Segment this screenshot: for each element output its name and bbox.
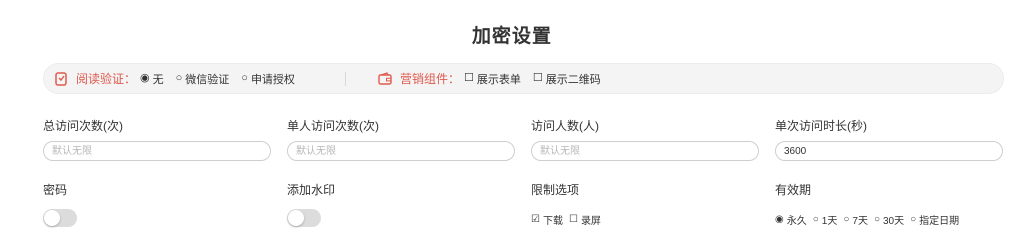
watermark-label: 添加水印 [287,183,336,197]
validity-option-label: 7天 [852,216,868,227]
read-verify-option-none[interactable]: ◉ 无 [140,71,164,87]
read-verify-option-label: 微信验证 [185,73,230,86]
page-title: 加密设置 [471,26,552,47]
radio-selected-icon[interactable]: ◉ [140,73,150,84]
restrictions-options: ☑ 下载 ☐ 录屏 [531,212,607,227]
restriction-option-label: 下载 [542,216,563,227]
option-bar: 阅读验证： ◉ 无 ○ 微信验证 ○ 申请授权 营销组件： ☐ 展示表单 ☐ 展… [43,63,1004,94]
radio-empty-icon[interactable]: ○ [874,214,880,225]
validity-option-7days[interactable]: ○ 7天 [843,212,868,227]
validity-option-label: 30天 [883,216,905,227]
restriction-option-record[interactable]: ☐ 录屏 [569,212,601,227]
validity-label: 有效期 [775,183,812,197]
watermark-toggle[interactable] [287,209,321,227]
checkbox-empty-icon[interactable]: ☐ [533,73,543,84]
read-verify-option-authorize[interactable]: ○ 申请授权 [241,71,295,87]
validity-option-1day[interactable]: ○ 1天 [813,212,838,227]
radio-empty-icon[interactable]: ○ [843,214,849,225]
visit-duration-input[interactable] [775,141,1003,161]
total-visits-label: 总访问次数(次) [43,119,123,133]
validity-option-custom-date[interactable]: ○ 指定日期 [910,212,959,227]
radio-selected-icon[interactable]: ◉ [775,214,784,225]
read-verify-group: 阅读验证： ◉ 无 ○ 微信验证 ○ 申请授权 [54,70,307,87]
validity-option-label: 指定日期 [919,216,960,227]
checkbox-empty-icon[interactable]: ☐ [569,214,578,225]
checkbox-checked-icon[interactable]: ☑ [531,214,540,225]
total-visits-input[interactable] [43,141,271,161]
validity-option-forever[interactable]: ◉ 永久 [775,212,807,227]
password-label: 密码 [43,183,68,197]
read-verify-option-wechat[interactable]: ○ 微信验证 [176,71,230,87]
visitor-count-input[interactable] [531,141,759,161]
read-verify-option-label: 申请授权 [250,73,295,86]
toggle-knob [288,210,304,226]
marketing-option-qrcode[interactable]: ☐ 展示二维码 [533,71,601,87]
marketing-option-label: 展示表单 [476,73,521,86]
radio-empty-icon[interactable]: ○ [910,214,916,225]
validity-option-label: 1天 [821,216,838,227]
toggle-knob [44,210,60,226]
validity-options: ◉ 永久 ○ 1天 ○ 7天 ○ 30天 ○ 指定日期 [775,212,965,227]
radio-empty-icon[interactable]: ○ [813,214,819,225]
phone-shield-icon [54,71,68,86]
marketing-option-label: 展示二维码 [545,73,601,86]
marketing-label: 营销组件： [399,72,460,86]
checkbox-empty-icon[interactable]: ☐ [464,73,474,84]
marketing-group: 营销组件： ☐ 展示表单 ☐ 展示二维码 [378,70,613,87]
restrictions-label: 限制选项 [531,183,580,197]
restriction-option-download[interactable]: ☑ 下载 [531,212,563,227]
per-user-visits-input[interactable] [287,141,515,161]
wallet-icon [378,71,392,86]
visit-duration-label: 单次访问时长(秒) [775,119,867,133]
radio-empty-icon[interactable]: ○ [176,73,183,84]
radio-empty-icon[interactable]: ○ [241,73,248,84]
restriction-option-label: 录屏 [580,216,601,227]
read-verify-label: 阅读验证： [76,72,137,86]
validity-option-label: 永久 [786,216,807,227]
validity-option-30days[interactable]: ○ 30天 [874,212,904,227]
password-toggle[interactable] [43,209,77,227]
marketing-option-form[interactable]: ☐ 展示表单 [464,71,521,87]
read-verify-option-label: 无 [152,73,164,86]
group-divider [344,71,346,86]
visitor-count-label: 访问人数(人) [531,119,599,133]
per-user-visits-label: 单人访问次数(次) [287,119,379,133]
